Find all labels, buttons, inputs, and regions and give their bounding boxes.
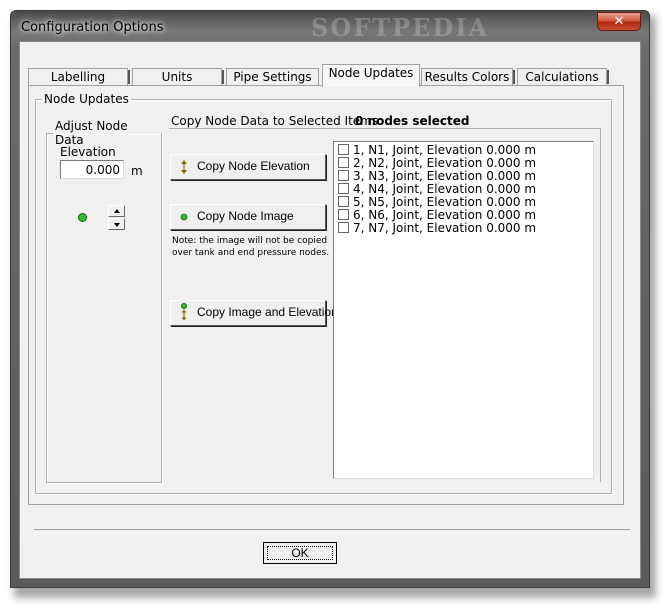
tab-label: Node Updates	[328, 66, 414, 80]
tab-label: Calculations	[525, 70, 599, 84]
elevation-input[interactable]	[60, 160, 124, 179]
node-list-item[interactable]: 7, N7, Joint, Elevation 0.000 m	[338, 222, 536, 235]
node-checkbox[interactable]	[338, 157, 349, 168]
node-updates-group-title: Node Updates	[44, 92, 129, 106]
node-dot-icon	[180, 213, 188, 221]
copy-node-image-button[interactable]: Copy Node Image	[170, 204, 326, 230]
node-checkbox[interactable]	[338, 196, 349, 207]
selected-count: 0 nodes selected	[355, 114, 470, 128]
ok-button-focus-rect: OK	[267, 546, 333, 560]
node-checkbox[interactable]	[338, 222, 349, 233]
arrow-up-icon	[114, 209, 120, 213]
adjust-node-data-title: Adjust Node Data	[55, 119, 128, 147]
image-elevation-icon	[181, 303, 187, 321]
copy-image-and-elevation-label: Copy Image and Elevation	[197, 305, 338, 319]
node-checkbox[interactable]	[338, 183, 349, 194]
copy-image-note-line2: over tank and end pressure nodes.	[172, 248, 330, 258]
copy-node-elevation-button[interactable]: Copy Node Elevation	[170, 154, 326, 180]
tab-strip: Labelling Units Pipe Settings Node Updat…	[28, 64, 624, 87]
window-title: Configuration Options	[21, 20, 164, 35]
ok-button[interactable]: OK	[263, 542, 337, 564]
title-bar[interactable]: SOFTPEDIA Configuration Options ✕	[11, 11, 649, 43]
copy-image-note-line1: Note: the image will not be copied	[172, 236, 328, 246]
tab-units[interactable]: Units	[132, 68, 222, 86]
tab-node-updates[interactable]: Node Updates	[322, 64, 420, 87]
tab-label: Units	[161, 70, 193, 84]
elevation-label: Elevation	[60, 145, 116, 159]
tab-results-colors[interactable]: Results Colors	[421, 68, 513, 86]
tab-label: Pipe Settings	[233, 70, 312, 84]
elevation-unit: m	[131, 164, 143, 178]
copy-image-and-elevation-button[interactable]: Copy Image and Elevation	[170, 300, 338, 326]
ok-label: OK	[291, 546, 309, 560]
node-checkbox[interactable]	[338, 209, 349, 220]
node-image-spinner[interactable]	[108, 205, 125, 231]
spin-down-button[interactable]	[108, 218, 125, 230]
node-checkbox[interactable]	[338, 144, 349, 155]
close-icon: ✕	[613, 14, 625, 29]
tab-separator	[607, 70, 609, 84]
spin-up-button[interactable]	[108, 205, 125, 217]
tab-separator	[222, 70, 224, 84]
copy-node-data-heading: Copy Node Data to Selected Items:	[171, 114, 383, 128]
tab-separator	[128, 70, 130, 84]
tab-label: Labelling	[50, 70, 106, 84]
node-item-label: 1, N1, Joint, Elevation 0.000 m	[353, 143, 537, 157]
node-item-label: 4, N4, Joint, Elevation 0.000 m	[353, 182, 537, 196]
arrow-down-icon	[114, 223, 120, 227]
node-item-label: 6, N6, Joint, Elevation 0.000 m	[353, 208, 537, 222]
tab-calculations[interactable]: Calculations	[517, 68, 607, 86]
tab-label: Results Colors	[424, 70, 510, 84]
node-item-label: 3, N3, Joint, Elevation 0.000 m	[353, 169, 537, 183]
node-item-label: 2, N2, Joint, Elevation 0.000 m	[353, 156, 537, 170]
configuration-options-dialog: SOFTPEDIA Configuration Options ✕ Labell…	[10, 10, 650, 588]
tab-panel-node-updates: Node Updates Adjust Node Data Elevation …	[28, 85, 624, 505]
tab-separator	[513, 70, 515, 84]
copy-node-image-label: Copy Node Image	[197, 209, 294, 223]
tab-pipe-settings[interactable]: Pipe Settings	[226, 68, 319, 86]
node-checkbox[interactable]	[338, 170, 349, 181]
elevation-arrow-icon	[181, 160, 187, 174]
node-item-label: 5, N5, Joint, Elevation 0.000 m	[353, 195, 537, 209]
watermark: SOFTPEDIA	[311, 13, 490, 42]
dialog-client-area: Labelling Units Pipe Settings Node Updat…	[19, 41, 641, 579]
node-item-label: 7, N7, Joint, Elevation 0.000 m	[353, 221, 537, 235]
copy-node-elevation-label: Copy Node Elevation	[197, 159, 310, 173]
tab-labelling[interactable]: Labelling	[28, 68, 128, 86]
node-checklist[interactable]: 1, N1, Joint, Elevation 0.000 m 2, N2, J…	[333, 141, 594, 479]
close-button[interactable]: ✕	[597, 12, 641, 31]
footer-divider	[34, 529, 630, 533]
node-image-preview-icon	[78, 213, 87, 222]
